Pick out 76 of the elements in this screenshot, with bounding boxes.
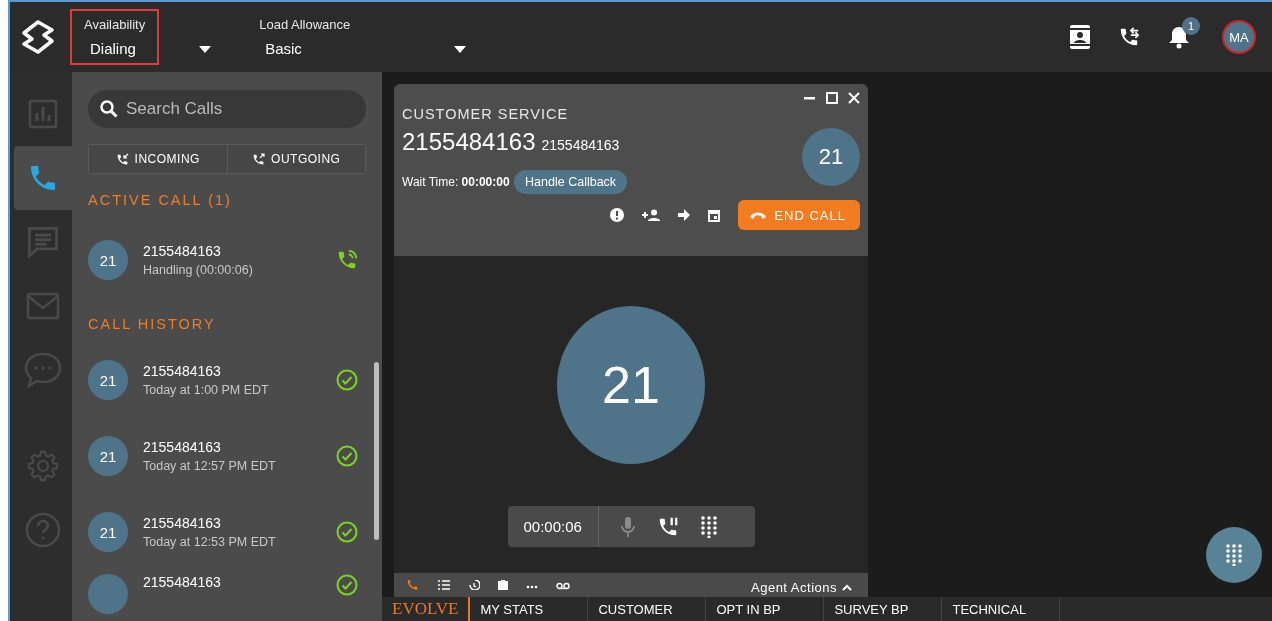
call-detail: Today at 12:57 PM EDT (143, 459, 277, 473)
outgoing-call-icon (252, 152, 266, 166)
incoming-call-icon (115, 152, 129, 166)
check-circle-icon (336, 521, 358, 543)
notification-bell-icon[interactable] (1168, 25, 1190, 49)
section-heading: CALL HISTORY (88, 316, 217, 332)
message-icon (26, 225, 60, 259)
check-circle-icon (336, 445, 358, 467)
caller-avatar: 21 (802, 128, 860, 186)
contact-card-icon[interactable] (1070, 25, 1090, 49)
caller-number: 2155484163 (402, 128, 536, 156)
handle-callback-button[interactable]: Handle Callback (514, 170, 628, 194)
call-timer: 00:00:06 (507, 506, 599, 547)
section-heading: ACTIVE CALL (1) (88, 192, 233, 208)
microphone-icon[interactable] (620, 516, 635, 537)
caller-avatar: 21 (88, 512, 128, 552)
add-person-icon[interactable] (642, 209, 661, 221)
phone-icon[interactable] (406, 580, 420, 590)
chat-icon (23, 351, 63, 389)
caller-avatar: 21 (557, 306, 705, 464)
user-avatar[interactable]: MA (1222, 20, 1256, 54)
call-detail: Today at 1:00 PM EDT (143, 383, 270, 397)
caller-number: 2155484163 (143, 363, 222, 379)
scrollbar[interactable] (374, 362, 379, 540)
search-field[interactable]: Search Calls (88, 90, 366, 128)
caller-number: 2155484163 (143, 574, 222, 590)
check-circle-icon (336, 369, 358, 391)
call-filter-button[interactable]: INCOMING (89, 145, 227, 173)
call-detail: Handling (00:00:06) (143, 263, 254, 277)
bottom-tab[interactable]: CUSTOMER (588, 597, 707, 621)
nav-tab[interactable] (14, 146, 72, 210)
dropdown-caret-icon (454, 46, 467, 53)
caller-avatar (88, 574, 128, 614)
maximize-icon[interactable] (826, 92, 838, 104)
dropdown-caret-icon (199, 46, 212, 53)
caller-number: 2155484163 (143, 243, 222, 259)
availability-dropdown[interactable]: Availability Dialing (70, 9, 160, 65)
caller-avatar: 21 (88, 240, 128, 280)
caller-number: 2155484163 (143, 439, 222, 455)
help-icon (25, 512, 61, 548)
caller-avatar: 21 (88, 360, 128, 400)
bar-chart-icon (28, 99, 58, 129)
mail-icon (26, 292, 60, 320)
dialpad-icon (1226, 544, 1242, 566)
dialpad-icon[interactable] (700, 515, 717, 538)
bottom-tab[interactable]: TECHNICAL (942, 597, 1061, 621)
app-logo-icon (20, 19, 56, 55)
check-circle-icon (336, 574, 358, 596)
bottom-tab[interactable]: MY STATS (470, 597, 589, 621)
settings-icon (26, 449, 60, 483)
chevron-up-icon (842, 583, 852, 591)
wait-time: Wait Time: 00:00:00 (402, 175, 510, 189)
calendar-icon[interactable] (708, 208, 721, 222)
agent-actions-toggle[interactable]: Agent Actions (751, 575, 852, 595)
call-filter-button[interactable]: OUTGOING (226, 145, 365, 173)
dialpad-button[interactable] (1206, 527, 1262, 583)
bottom-tab[interactable]: OPT IN BP (706, 597, 825, 621)
clipboard-icon[interactable] (498, 580, 508, 590)
call-detail: Today at 12:53 PM EDT (143, 535, 277, 549)
load-allowance-dropdown[interactable]: Load Allowance Basic (245, 9, 365, 65)
hang-up-icon (750, 211, 767, 219)
phone-ringing-icon (336, 249, 358, 271)
voicemail-icon[interactable] (556, 580, 570, 590)
history-icon[interactable] (468, 580, 480, 590)
phone-transfer-icon[interactable] (1118, 26, 1140, 48)
close-icon[interactable] (848, 92, 860, 104)
caller-avatar: 21 (88, 436, 128, 476)
queue-name: CUSTOMER SERVICE (402, 106, 570, 122)
notification-count: 1 (1182, 17, 1200, 35)
evolve-logo: EVOLVE (382, 597, 471, 621)
alert-icon[interactable] (610, 208, 625, 222)
list-icon[interactable] (438, 580, 450, 590)
arrow-right-icon[interactable] (678, 209, 691, 221)
bottom-tab[interactable]: SURVEY BP (824, 597, 943, 621)
caller-id: 2155484163 (541, 137, 620, 153)
caller-number: 2155484163 (143, 515, 222, 531)
